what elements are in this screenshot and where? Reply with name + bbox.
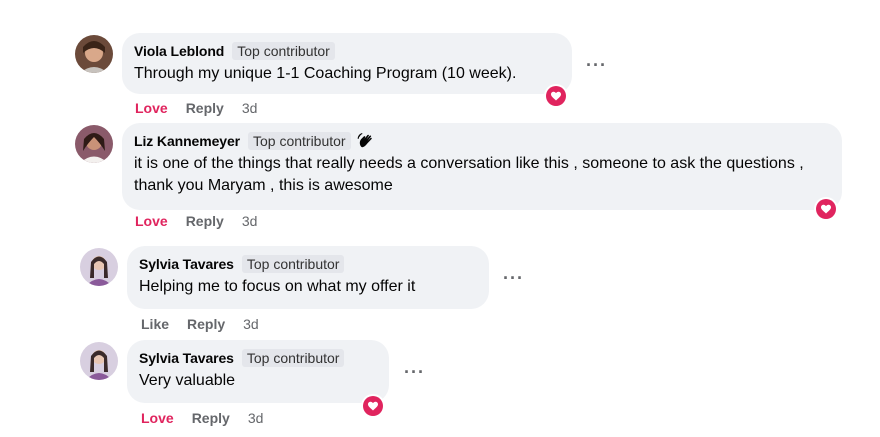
top-contributor-badge: Top contributor xyxy=(241,349,345,367)
author-name[interactable]: Liz Kannemeyer xyxy=(134,133,240,149)
waving-hand-icon xyxy=(357,132,372,148)
author-name[interactable]: Sylvia Tavares xyxy=(139,350,234,366)
comment-text: it is one of the things that really need… xyxy=(134,155,804,194)
love-button[interactable]: Love xyxy=(141,410,174,426)
timestamp[interactable]: 3d xyxy=(242,213,258,229)
comment-bubble: Sylvia Tavares Top contributor Helping m… xyxy=(127,246,489,309)
timestamp[interactable]: 3d xyxy=(243,316,259,332)
more-options-icon[interactable]: ··· xyxy=(404,363,425,381)
comment-text: Helping me to focus on what my offer it xyxy=(139,278,416,295)
timestamp[interactable]: 3d xyxy=(242,100,258,116)
avatar[interactable] xyxy=(80,342,118,380)
heart-icon xyxy=(821,204,831,214)
heart-icon xyxy=(551,91,561,101)
timestamp[interactable]: 3d xyxy=(248,410,264,426)
reaction-badge[interactable] xyxy=(814,197,838,221)
reaction-badge[interactable] xyxy=(544,84,568,108)
comment-bubble: Liz Kannemeyer Top contributor it is one… xyxy=(122,123,842,210)
love-button[interactable]: Love xyxy=(135,213,168,229)
top-contributor-badge: Top contributor xyxy=(241,255,345,273)
top-contributor-badge: Top contributor xyxy=(247,132,351,150)
reply-button[interactable]: Reply xyxy=(192,410,230,426)
avatar[interactable] xyxy=(75,35,113,73)
top-contributor-badge: Top contributor xyxy=(232,42,335,60)
comment-text: Through my unique 1-1 Coaching Program (… xyxy=(134,65,517,82)
love-button[interactable]: Love xyxy=(135,100,168,116)
like-button[interactable]: Like xyxy=(141,316,169,332)
more-options-icon[interactable]: ··· xyxy=(503,269,524,287)
author-name[interactable]: Viola Leblond xyxy=(134,43,224,59)
reply-button[interactable]: Reply xyxy=(186,100,224,116)
comment-bubble: Sylvia Tavares Top contributor Very valu… xyxy=(127,340,389,403)
comment-bubble: Viola Leblond Top contributor Through my… xyxy=(122,33,572,94)
avatar[interactable] xyxy=(80,248,118,286)
avatar[interactable] xyxy=(75,125,113,163)
author-name[interactable]: Sylvia Tavares xyxy=(139,256,234,272)
comment-text: Very valuable xyxy=(139,372,236,389)
heart-icon xyxy=(368,401,378,411)
reaction-badge[interactable] xyxy=(361,394,385,418)
reply-button[interactable]: Reply xyxy=(186,213,224,229)
reply-button[interactable]: Reply xyxy=(187,316,225,332)
more-options-icon[interactable]: ··· xyxy=(586,56,607,74)
